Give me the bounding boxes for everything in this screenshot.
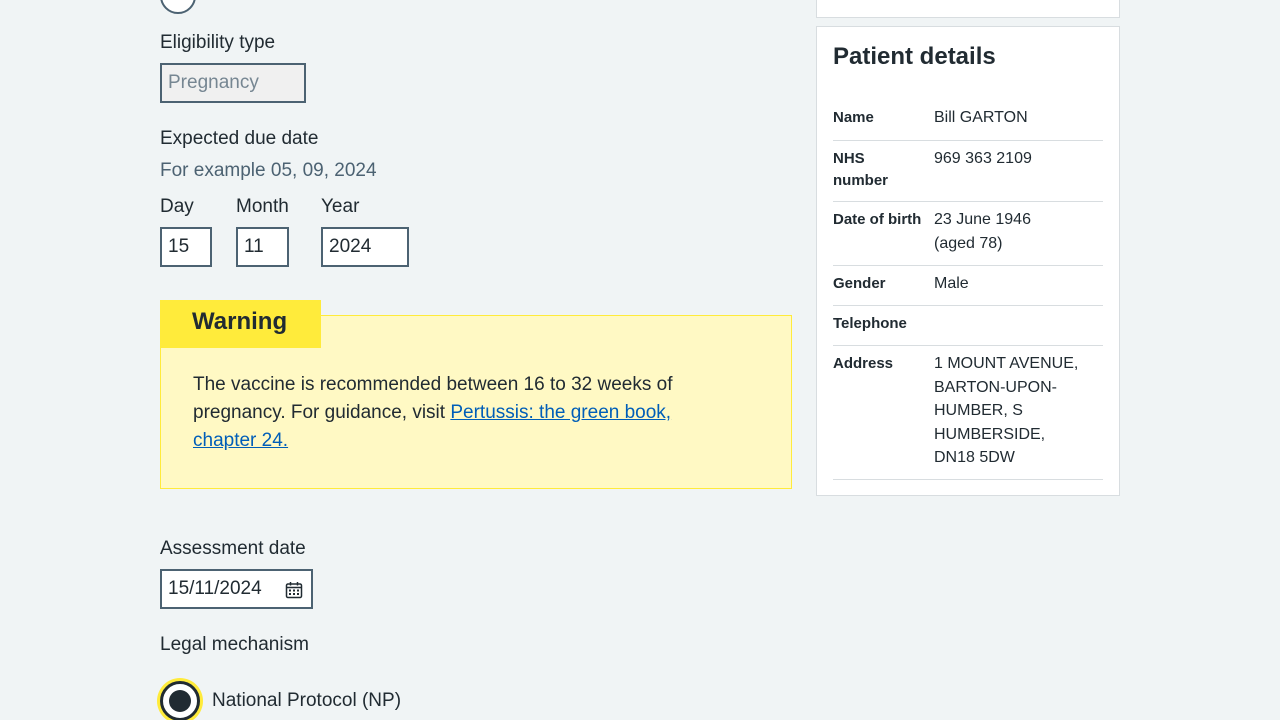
row-key: NHS number — [833, 150, 889, 189]
day-label: Day — [160, 196, 194, 217]
eligibility-type-field: Pregnancy — [160, 63, 306, 103]
patient-row-telephone: Telephone — [833, 305, 1103, 346]
year-input[interactable]: 2024 — [321, 227, 409, 267]
assessment-date-value: 15/11/2024 — [168, 578, 262, 599]
upper-card — [816, 0, 1120, 18]
warning-heading: Warning — [160, 300, 321, 348]
national-protocol-label[interactable]: National Protocol (NP) — [212, 690, 401, 712]
national-protocol-radio[interactable] — [157, 678, 203, 720]
patient-details-title: Patient details — [833, 43, 996, 70]
month-label: Month — [236, 196, 289, 217]
eligibility-type-label: Eligibility type — [160, 32, 276, 53]
previous-radio-button[interactable] — [160, 0, 196, 14]
month-input[interactable]: 11 — [236, 227, 289, 267]
row-key: Date of birth — [833, 211, 922, 228]
row-key: Address — [833, 355, 894, 372]
legal-mechanism-label: Legal mechanism — [160, 634, 309, 655]
assessment-date-input[interactable]: 15/11/2024 — [160, 569, 313, 609]
due-date-hint: For example 05, 09, 2024 — [160, 160, 377, 181]
row-value: 1 MOUNT AVENUE, BARTON-UPON-HUMBER, S HU… — [934, 355, 1079, 466]
patient-row-dob: Date of birth 23 June 1946 (aged 78) — [833, 201, 1103, 266]
row-value: Male — [934, 275, 969, 292]
patient-row-nhs-number: NHS number 969 363 2109 — [833, 140, 1103, 202]
row-value: 969 363 2109 — [934, 150, 1032, 167]
row-key: Gender — [833, 275, 886, 292]
radio-selected-dot — [169, 690, 191, 712]
calendar-icon[interactable] — [285, 581, 303, 599]
row-key: Name — [833, 109, 874, 126]
patient-row-address: Address 1 MOUNT AVENUE, BARTON-UPON-HUMB… — [833, 345, 1103, 480]
warning-text: The vaccine is recommended between 16 to… — [193, 371, 733, 455]
assessment-date-label: Assessment date — [160, 538, 306, 559]
row-value: 23 June 1946 (aged 78) — [934, 211, 1031, 252]
radio-ring — [160, 681, 200, 720]
row-value: Bill GARTON — [934, 109, 1028, 126]
row-key: Telephone — [833, 315, 907, 332]
patient-row-name: Name Bill GARTON — [833, 105, 1103, 141]
due-date-label: Expected due date — [160, 128, 319, 149]
day-input[interactable]: 15 — [160, 227, 212, 267]
year-label: Year — [321, 196, 360, 217]
patient-row-gender: Gender Male — [833, 265, 1103, 306]
patient-details-card: Patient details Name Bill GARTON NHS num… — [816, 26, 1120, 496]
vaccination-form-page: Eligibility type Pregnancy Expected due … — [0, 0, 1280, 720]
